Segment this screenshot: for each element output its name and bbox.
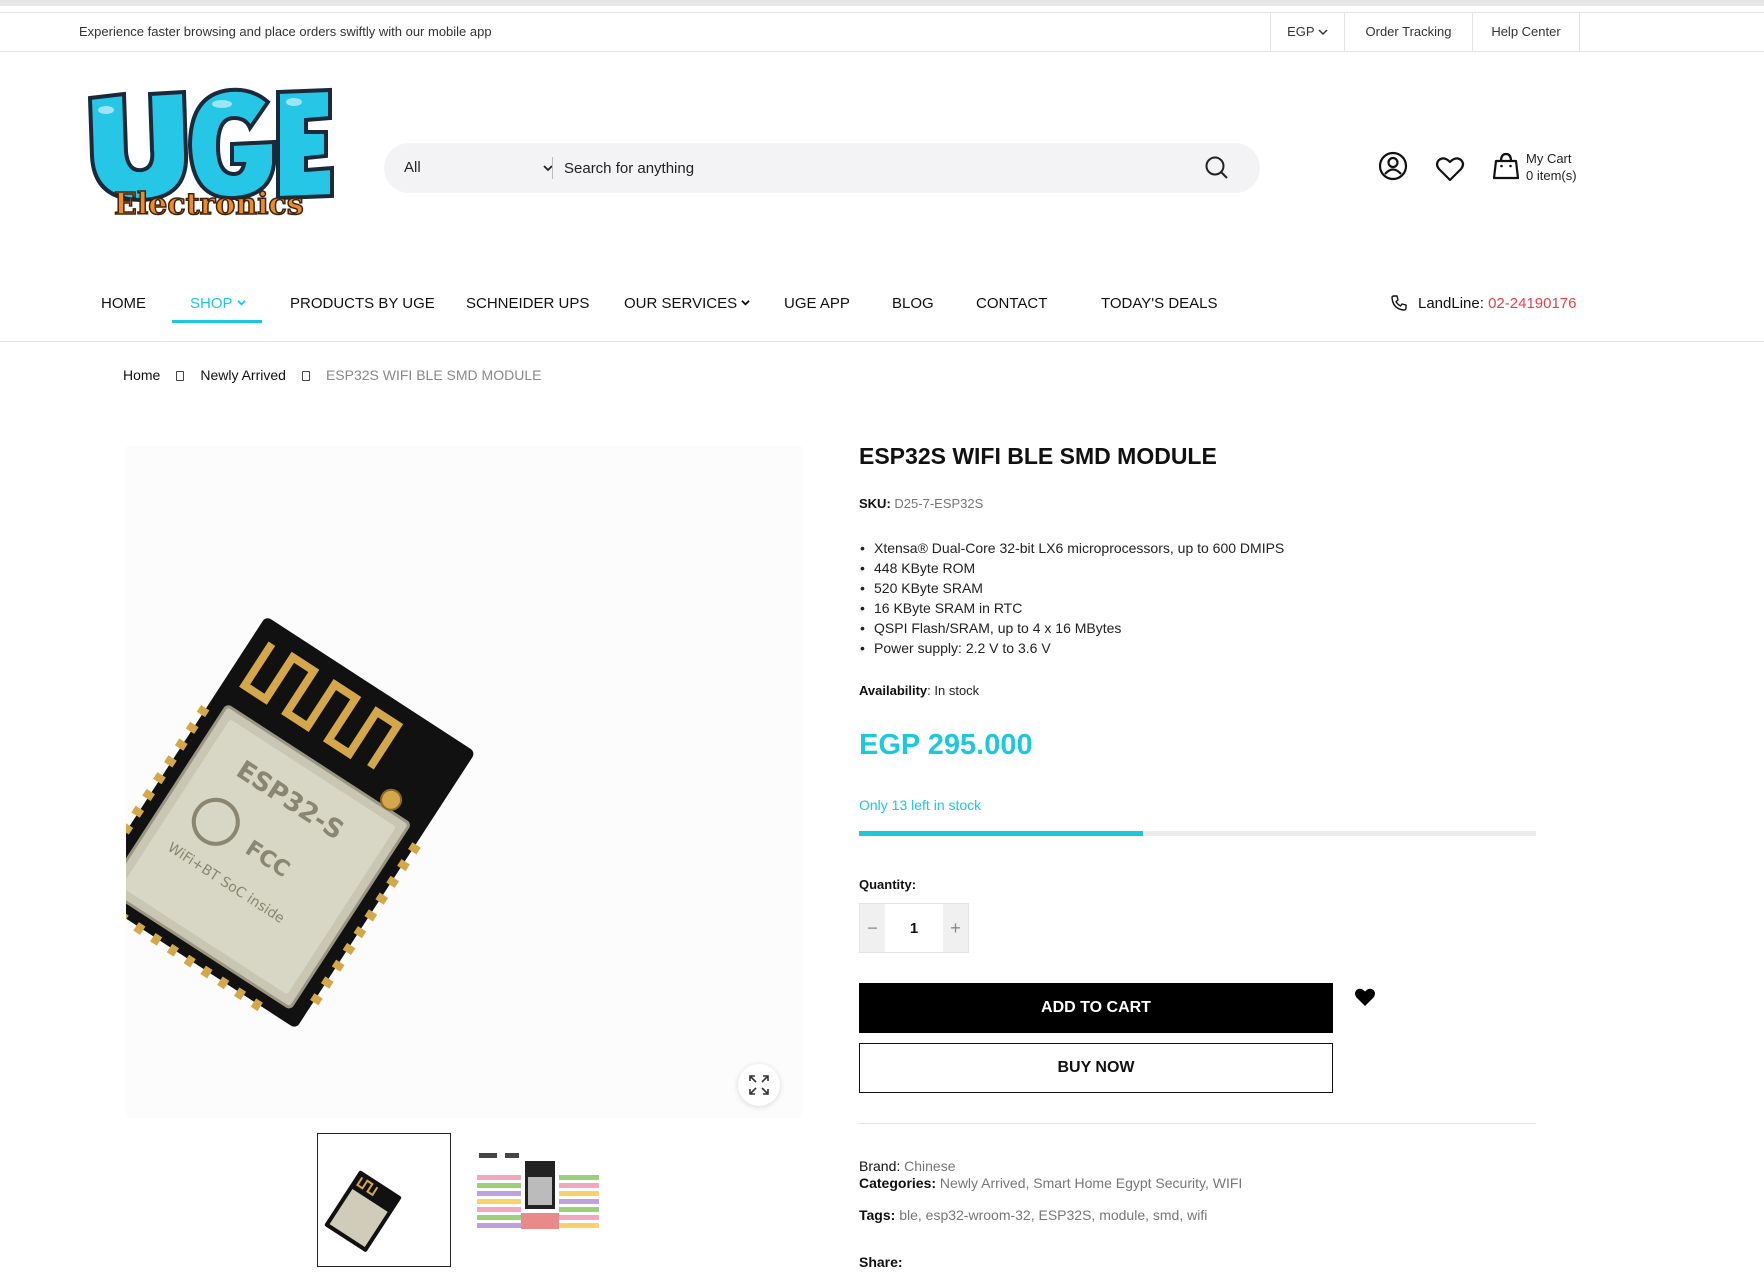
product-sku: SKU: D25-7-ESP32S xyxy=(859,496,983,511)
categories-label: Categories: xyxy=(859,1175,937,1191)
cart-count: 0 item(s) xyxy=(1526,168,1577,183)
app-promo-text: Experience faster browsing and place ord… xyxy=(79,24,492,39)
nav-todays-deals[interactable]: TODAY'S DEALS xyxy=(1101,295,1218,312)
share-label: Share: xyxy=(859,1254,903,1270)
currency-label: EGP xyxy=(1287,24,1315,39)
currency-selector[interactable]: EGP xyxy=(1270,13,1344,51)
search-bar: All xyxy=(384,143,1260,193)
quantity-stepper: − + xyxy=(859,903,969,953)
chevron-down-icon xyxy=(236,300,246,306)
feature-item: 520 KByte SRAM xyxy=(859,578,1284,598)
nav-our-services[interactable]: OUR SERVICES xyxy=(624,295,750,312)
buy-now-button[interactable]: BUY NOW xyxy=(859,1043,1333,1093)
quantity-decrease-button[interactable]: − xyxy=(860,904,885,952)
product-main-image[interactable]: ESP32-S FCC WiFi+BT SoC inside xyxy=(88,446,802,1118)
feature-item: 448 KByte ROM xyxy=(859,558,1284,578)
nav-home[interactable]: HOME xyxy=(101,295,146,312)
feature-item: QSPI Flash/SRAM, up to 4 x 16 MBytes xyxy=(859,618,1284,638)
meta-divider xyxy=(859,1123,1536,1124)
nav-shop[interactable]: SHOP xyxy=(190,295,246,312)
chevron-down-icon xyxy=(543,165,553,172)
availability-value: : In stock xyxy=(927,683,980,698)
svg-text:Electronics: Electronics xyxy=(114,187,304,220)
breadcrumb-newly-arrived[interactable]: Newly Arrived xyxy=(200,367,286,383)
thumbnail-pinout-image xyxy=(477,1153,599,1229)
stock-status: Only 13 left in stock xyxy=(859,797,982,813)
nav-shop-label: SHOP xyxy=(190,295,233,312)
brand-label: Brand: xyxy=(859,1158,901,1174)
search-icon[interactable] xyxy=(1204,155,1230,181)
site-logo[interactable]: Electronics xyxy=(82,80,334,223)
quantity-input[interactable] xyxy=(885,904,943,952)
feature-list: Xtensa® Dual-Core 32-bit LX6 microproces… xyxy=(859,538,1284,658)
search-input[interactable] xyxy=(564,143,1164,193)
cart-label: My Cart xyxy=(1526,151,1572,166)
esp32-module-image: ESP32-S FCC WiFi+BT SoC inside xyxy=(88,618,474,1027)
availability: Availability: In stock xyxy=(859,683,979,698)
nav-contact[interactable]: CONTACT xyxy=(976,295,1047,312)
brand-row: Brand: Chinese xyxy=(859,1158,956,1174)
product-price: EGP 295.000 xyxy=(859,729,1033,761)
expand-icon xyxy=(749,1075,769,1095)
feature-item: Xtensa® Dual-Core 32-bit LX6 microproces… xyxy=(859,538,1284,558)
help-center-link[interactable]: Help Center xyxy=(1472,13,1580,51)
brand-value[interactable]: Chinese xyxy=(904,1158,955,1174)
product-title: ESP32S WIFI BLE SMD MODULE xyxy=(859,443,1217,469)
wishlist-heart-icon[interactable] xyxy=(1434,153,1466,185)
cart-bag-icon[interactable] xyxy=(1490,150,1522,182)
breadcrumb-separator-icon xyxy=(301,371,310,381)
thumbnail-1[interactable] xyxy=(317,1133,451,1267)
breadcrumb-home[interactable]: Home xyxy=(123,367,160,383)
landline: LandLine: 02-24190176 xyxy=(1418,295,1577,312)
nav-active-indicator xyxy=(172,320,262,323)
share-row: Share: xyxy=(859,1254,903,1270)
stock-progress-bar xyxy=(859,831,1536,836)
sku-label: SKU: xyxy=(859,496,891,511)
category-select[interactable]: All xyxy=(404,143,554,193)
feature-item: 16 KByte SRAM in RTC xyxy=(859,598,1284,618)
landline-label: LandLine: xyxy=(1418,295,1484,312)
breadcrumb: Home Newly Arrived ESP32S WIFI BLE SMD MOD… xyxy=(123,367,541,383)
phone-icon xyxy=(1391,295,1407,311)
breadcrumb-separator-icon xyxy=(176,371,185,381)
tags-value[interactable]: ble, esp32-wroom-32, ESP32S, module, smd… xyxy=(899,1207,1207,1223)
thumbnail-2[interactable] xyxy=(465,1133,599,1267)
search-divider xyxy=(552,157,553,179)
sku-value: D25-7-ESP32S xyxy=(894,496,984,511)
main-nav: HOME SHOP PRODUCTS BY UGE SCHNEIDER UPS … xyxy=(0,268,1764,342)
uge-electronics-logo-icon: Electronics xyxy=(87,87,334,223)
top-bar: Experience faster browsing and place ord… xyxy=(0,12,1764,52)
order-tracking-link[interactable]: Order Tracking xyxy=(1344,13,1472,51)
nav-uge-app[interactable]: UGE APP xyxy=(784,295,850,312)
stock-progress-fill xyxy=(859,831,1144,836)
nav-blog[interactable]: BLOG xyxy=(892,295,934,312)
nav-our-services-label: OUR SERVICES xyxy=(624,295,738,312)
nav-schneider-ups[interactable]: SCHNEIDER UPS xyxy=(466,295,589,312)
availability-label: Availability xyxy=(859,683,928,698)
zoom-button[interactable] xyxy=(738,1064,780,1106)
chevron-down-icon xyxy=(741,300,750,306)
tags-label: Tags: xyxy=(859,1207,896,1223)
feature-item: Power supply: 2.2 V to 3.6 V xyxy=(859,638,1284,658)
breadcrumb-current: ESP32S WIFI BLE SMD MODULE xyxy=(325,367,542,383)
add-to-cart-button[interactable]: ADD TO CART xyxy=(859,983,1333,1033)
quantity-increase-button[interactable]: + xyxy=(943,904,968,952)
categories-row: Categories: Newly Arrived, Smart Home Eg… xyxy=(859,1175,1242,1191)
nav-products-by-uge[interactable]: PRODUCTS BY UGE xyxy=(290,295,435,312)
account-icon[interactable] xyxy=(1377,150,1409,182)
add-to-wishlist-heart-icon[interactable] xyxy=(1354,987,1376,1007)
tags-row: Tags: ble, esp32-wroom-32, ESP32S, modul… xyxy=(859,1207,1207,1223)
thumbnail-module-image xyxy=(324,1170,402,1252)
categories-value[interactable]: Newly Arrived, Smart Home Egypt Security… xyxy=(940,1175,1242,1191)
landline-number[interactable]: 02-24190176 xyxy=(1488,295,1576,312)
chevron-down-icon xyxy=(1318,29,1328,36)
mini-cart[interactable]: My Cart 0 item(s) xyxy=(1526,150,1577,184)
browser-scroll-indicator xyxy=(0,0,1764,6)
quantity-label: Quantity: xyxy=(859,877,917,892)
